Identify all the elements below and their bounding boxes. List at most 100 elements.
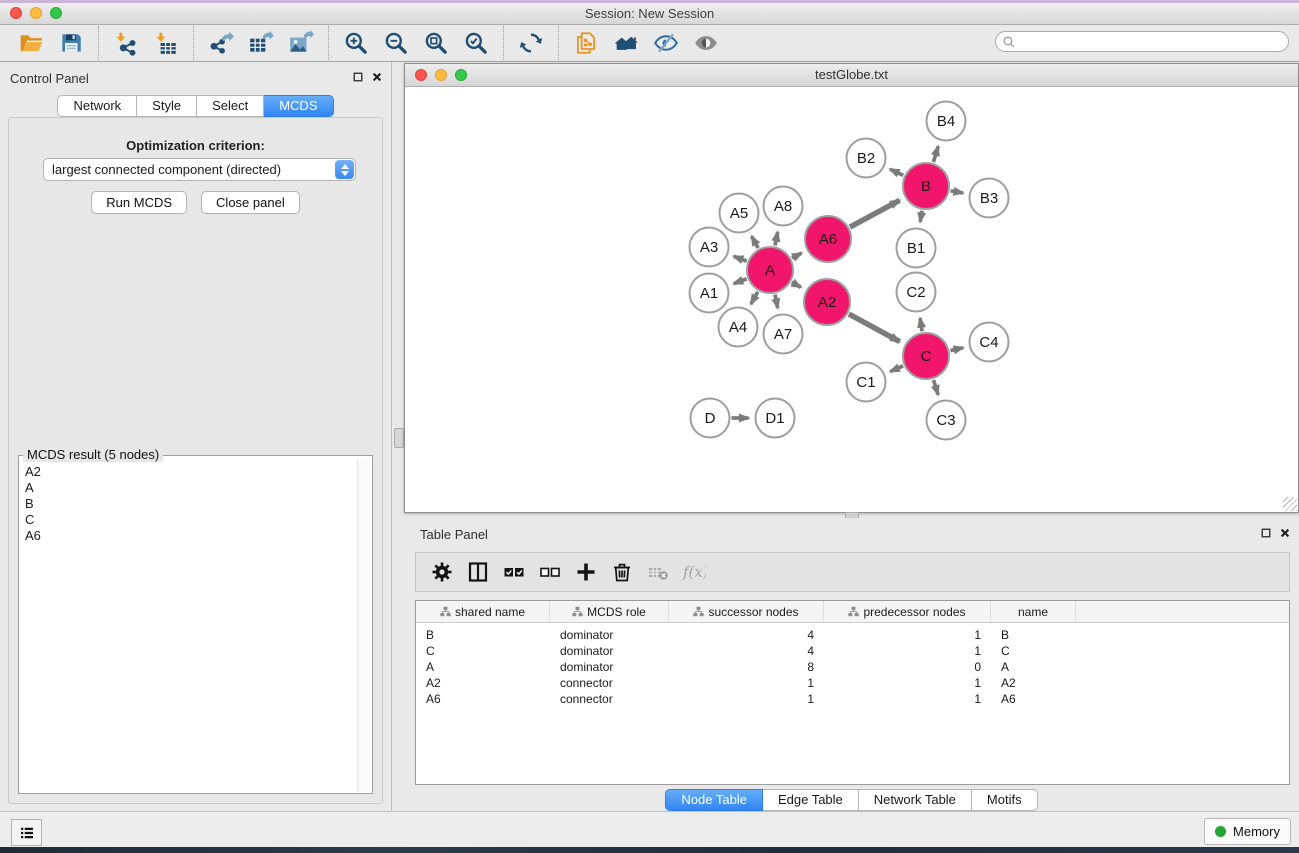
node-A1[interactable]: A1 — [690, 274, 729, 313]
export-network-button[interactable] — [201, 28, 241, 59]
home-button[interactable] — [606, 28, 646, 59]
search-box[interactable] — [995, 31, 1289, 52]
node-A5[interactable]: A5 — [720, 194, 759, 233]
open-session-button[interactable] — [11, 28, 51, 59]
window-resize-grip[interactable] — [1283, 497, 1297, 511]
edge-B-B3[interactable] — [951, 191, 963, 193]
tab-node-table[interactable]: Node Table — [665, 789, 763, 811]
task-history-button[interactable] — [11, 819, 42, 846]
tab-select[interactable]: Select — [197, 95, 264, 117]
zoom-out-button[interactable] — [376, 28, 416, 59]
delete-column-button[interactable] — [604, 555, 640, 589]
node-A2[interactable]: A2 — [804, 279, 850, 325]
close-panel-button[interactable]: Close panel — [201, 191, 300, 214]
column-header-successor-nodes[interactable]: successor nodes — [669, 601, 824, 622]
edge-A-A5[interactable] — [752, 236, 758, 248]
edge-A6-B[interactable] — [850, 200, 900, 227]
column-header-name[interactable]: name — [991, 601, 1076, 622]
table-row[interactable]: Adominator80A — [416, 659, 1289, 675]
close-panel-icon[interactable] — [371, 71, 383, 83]
result-item[interactable]: A — [23, 480, 354, 496]
result-item[interactable]: B — [23, 496, 354, 512]
edge-B-B4[interactable] — [933, 146, 938, 162]
table-row[interactable]: A6connector11A6 — [416, 691, 1289, 707]
network-canvas[interactable]: B4 B2 B B3 A8 A5 A6 A3 B1 A A1 C2 A2 — [405, 87, 1298, 512]
zoom-in-button[interactable] — [336, 28, 376, 59]
column-header-shared-name[interactable]: shared name — [416, 601, 550, 622]
optimization-criterion-select[interactable]: largest connected component (directed) — [43, 158, 356, 181]
node-B2[interactable]: B2 — [847, 139, 886, 178]
import-network-button[interactable] — [106, 28, 146, 59]
result-item[interactable]: C — [23, 512, 354, 528]
tab-mcds[interactable]: MCDS — [264, 95, 333, 117]
edge-A-A2[interactable] — [792, 282, 801, 287]
network-zoom-button[interactable] — [455, 69, 467, 81]
node-A[interactable]: A — [747, 247, 793, 293]
float-table-panel-icon[interactable] — [1260, 527, 1272, 539]
search-input[interactable] — [1016, 33, 1288, 51]
node-B[interactable]: B — [903, 163, 949, 209]
refresh-network-button[interactable] — [511, 28, 551, 59]
node-C3[interactable]: C3 — [927, 401, 966, 440]
node-D[interactable]: D — [691, 399, 730, 438]
add-column-button[interactable] — [568, 555, 604, 589]
node-A7[interactable]: A7 — [764, 315, 803, 354]
column-header-predecessor-nodes[interactable]: predecessor nodes — [824, 601, 991, 622]
edge-A-A6[interactable] — [792, 253, 802, 258]
select-all-rows-button[interactable] — [496, 555, 532, 589]
result-item[interactable]: A6 — [23, 528, 354, 544]
column-visibility-button[interactable] — [460, 555, 496, 589]
edge-C-C1[interactable] — [890, 366, 903, 372]
table-row[interactable]: Cdominator41C — [416, 643, 1289, 659]
edge-B-B2[interactable] — [890, 169, 903, 175]
node-B1[interactable]: B1 — [897, 229, 936, 268]
memory-button[interactable]: Memory — [1204, 818, 1291, 845]
table-settings-button[interactable] — [424, 555, 460, 589]
zoom-selected-button[interactable] — [456, 28, 496, 59]
node-C2[interactable]: C2 — [897, 273, 936, 312]
edge-A2-C[interactable] — [849, 314, 900, 342]
duplicate-network-button[interactable] — [566, 28, 606, 59]
edge-C-C4[interactable] — [950, 348, 963, 351]
edge-A-A1[interactable] — [734, 279, 747, 284]
node-A3[interactable]: A3 — [690, 228, 729, 267]
node-D1[interactable]: D1 — [756, 399, 795, 438]
minimize-window-button[interactable] — [30, 7, 42, 19]
deselect-all-rows-button[interactable] — [532, 555, 568, 589]
edge-B-B1[interactable] — [920, 211, 922, 222]
tab-network-table[interactable]: Network Table — [859, 789, 972, 811]
result-scrollbar[interactable] — [357, 459, 371, 792]
node-B3[interactable]: B3 — [970, 179, 1009, 218]
run-mcds-button[interactable]: Run MCDS — [91, 191, 187, 214]
node-A4[interactable]: A4 — [719, 308, 758, 347]
tab-edge-table[interactable]: Edge Table — [763, 789, 859, 811]
network-minimize-button[interactable] — [435, 69, 447, 81]
node-C4[interactable]: C4 — [970, 323, 1009, 362]
export-image-button[interactable] — [281, 28, 321, 59]
close-table-panel-icon[interactable] — [1279, 527, 1291, 539]
close-window-button[interactable] — [10, 7, 22, 19]
result-item[interactable]: A2 — [23, 464, 354, 480]
column-header-mcds-role[interactable]: MCDS role — [550, 601, 669, 622]
table-row[interactable]: Bdominator41B — [416, 627, 1289, 643]
node-C1[interactable]: C1 — [847, 363, 886, 402]
node-C[interactable]: C — [903, 333, 949, 379]
tab-motifs[interactable]: Motifs — [972, 789, 1038, 811]
show-birds-eye-button[interactable] — [686, 28, 726, 59]
edge-A-A8[interactable] — [775, 232, 778, 246]
node-A6[interactable]: A6 — [805, 216, 851, 262]
network-close-button[interactable] — [415, 69, 427, 81]
edge-C-C2[interactable] — [920, 318, 922, 331]
panel-divider-handle[interactable] — [394, 428, 404, 448]
edge-A-A7[interactable] — [775, 295, 778, 309]
edge-C-C3[interactable] — [934, 380, 939, 395]
zoom-window-button[interactable] — [50, 7, 62, 19]
table-row[interactable]: A2connector11A2 — [416, 675, 1289, 691]
node-A8[interactable]: A8 — [764, 187, 803, 226]
import-table-button[interactable] — [146, 28, 186, 59]
edge-A-A3[interactable] — [734, 256, 747, 261]
tab-style[interactable]: Style — [137, 95, 197, 117]
hide-panels-button[interactable] — [646, 28, 686, 59]
export-table-button[interactable] — [241, 28, 281, 59]
node-B4[interactable]: B4 — [927, 102, 966, 141]
